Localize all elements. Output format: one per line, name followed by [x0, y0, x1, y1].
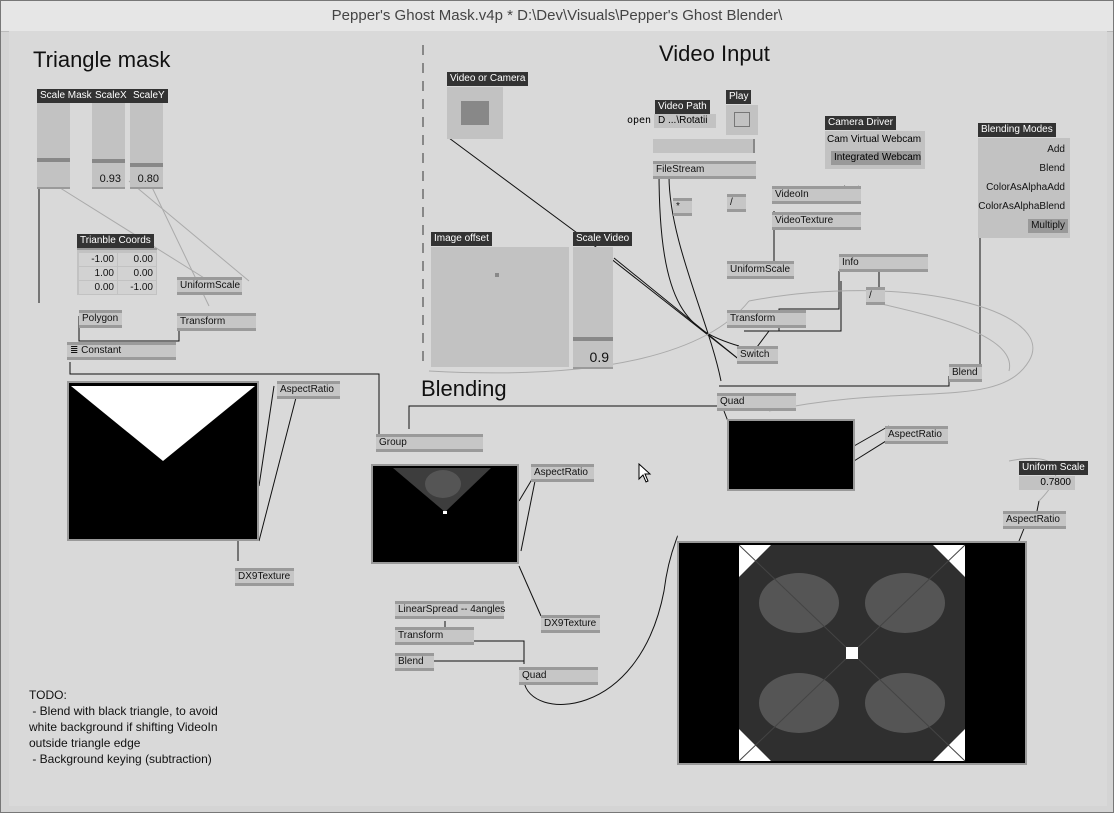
- slider-handle[interactable]: [130, 163, 163, 167]
- coord-cell[interactable]: -1.00: [79, 253, 117, 266]
- video-or-camera-label: Video or Camera: [447, 72, 529, 86]
- aspectratio-video-node[interactable]: AspectRatio: [885, 426, 948, 444]
- video-or-camera-toggle[interactable]: [447, 87, 503, 139]
- mouse-cursor-icon: [638, 463, 652, 483]
- main-window: Pepper's Ghost Mask.v4p * D:\Dev\Visuals…: [0, 0, 1114, 813]
- dx9texture-node[interactable]: DX9Texture: [235, 568, 294, 586]
- slider-handle[interactable]: [573, 337, 613, 341]
- image-offset-label: Image offset: [431, 232, 492, 246]
- constant-node[interactable]: ≣ Constant: [67, 342, 176, 360]
- transform-node[interactable]: Transform: [177, 313, 256, 331]
- aspectratio-mid-node[interactable]: AspectRatio: [531, 464, 594, 482]
- switch-node[interactable]: Switch: [737, 346, 778, 364]
- coord-cell[interactable]: -1.00: [118, 281, 156, 294]
- scale-video-value: 0.9: [589, 349, 609, 365]
- filestream-input-bar[interactable]: [653, 139, 755, 153]
- coord-cell[interactable]: 0.00: [79, 281, 117, 294]
- scale-video-slider[interactable]: 0.9: [573, 247, 613, 369]
- scaley-value: 0.80: [137, 173, 159, 185]
- blending-preview: [393, 468, 491, 514]
- quad-video-node[interactable]: Quad: [717, 393, 796, 411]
- triangle-preview: [71, 386, 255, 461]
- toggle-indicator: [461, 101, 489, 125]
- blending-modes-list[interactable]: Add Blend ColorAsAlphaAdd ColorAsAlphaBl…: [978, 138, 1070, 238]
- mode-option-selected[interactable]: Multiply: [1028, 219, 1068, 233]
- coord-cell[interactable]: 1.00: [79, 267, 117, 280]
- blend-video-node[interactable]: Blend: [949, 364, 982, 382]
- video-renderer[interactable]: [727, 419, 855, 491]
- scalex-label: ScaleX: [92, 89, 130, 103]
- output-preview: [738, 544, 966, 762]
- linearspread-node[interactable]: LinearSpread -- 4angles: [395, 601, 505, 619]
- video-path-label: Video Path: [655, 100, 710, 114]
- scaley-slider[interactable]: 0.80: [130, 103, 163, 189]
- blending-modes-label: Blending Modes: [978, 123, 1056, 137]
- divide-node[interactable]: /: [727, 194, 746, 212]
- coord-cell[interactable]: 0.00: [118, 267, 156, 280]
- dx9texture-mid-node[interactable]: DX9Texture: [541, 615, 600, 633]
- slider-handle[interactable]: [92, 159, 125, 163]
- play-label: Play: [726, 90, 752, 104]
- scalex-slider[interactable]: 0.93: [92, 103, 125, 189]
- blending-renderer[interactable]: [371, 464, 519, 564]
- scale-video-label: Scale Video: [573, 232, 633, 246]
- camera-driver-list[interactable]: Cam Virtual Webcam Integrated Webcam: [825, 131, 925, 169]
- todo-comment: TODO: - Blend with black triangle, to av…: [29, 688, 218, 766]
- divide2-node[interactable]: /: [866, 287, 885, 305]
- camera-option[interactable]: Cam Virtual Webcam: [827, 134, 921, 145]
- transform-video-node[interactable]: Transform: [727, 310, 806, 328]
- scale-mask-slider[interactable]: [37, 103, 70, 189]
- transform-mid-node[interactable]: Transform: [395, 627, 474, 645]
- aspectratio-right-node[interactable]: AspectRatio: [1003, 511, 1066, 529]
- uniformscale-video-node[interactable]: UniformScale: [727, 261, 794, 279]
- blend-mid-node[interactable]: Blend: [395, 653, 434, 671]
- aspectratio-node[interactable]: AspectRatio: [277, 381, 340, 399]
- toggle-indicator: [734, 112, 750, 127]
- xy-pad-handle[interactable]: [495, 273, 499, 277]
- scalex-value: 0.93: [99, 173, 121, 185]
- heading-triangle-mask: Triangle mask: [33, 47, 171, 72]
- polygon-node[interactable]: Polygon: [79, 310, 122, 328]
- camera-option-selected[interactable]: Integrated Webcam: [831, 151, 921, 165]
- open-button[interactable]: open: [627, 115, 651, 126]
- mode-option[interactable]: ColorAsAlphaBlend: [975, 200, 1068, 214]
- filestream-node[interactable]: FileStream: [653, 161, 756, 179]
- multiply-node[interactable]: *: [673, 198, 692, 216]
- quad-mid-node[interactable]: Quad: [519, 667, 598, 685]
- list-icon: ≣: [70, 345, 82, 356]
- heading-video-input: Video Input: [659, 41, 770, 66]
- mode-option[interactable]: Blend: [1036, 162, 1068, 176]
- output-renderer[interactable]: [677, 541, 1027, 765]
- videoin-node[interactable]: VideoIn: [772, 186, 861, 204]
- camera-driver-label: Camera Driver: [825, 116, 897, 130]
- mode-option[interactable]: Add: [1044, 143, 1068, 157]
- constant-label: Constant: [81, 345, 122, 356]
- image-offset-xy-pad[interactable]: [431, 247, 569, 367]
- uniformscale-node[interactable]: UniformScale: [177, 277, 242, 295]
- group-node[interactable]: Group: [376, 434, 483, 452]
- heading-blending: Blending: [421, 376, 507, 401]
- mode-option[interactable]: ColorAsAlphaAdd: [983, 181, 1068, 195]
- window-title: Pepper's Ghost Mask.v4p * D:\Dev\Visuals…: [1, 1, 1113, 32]
- triangle-coords-table[interactable]: -1.00 0.00 1.00 0.00 0.00 -1.00: [77, 248, 157, 295]
- scaley-label: ScaleY: [130, 89, 168, 103]
- uniform-scale-value[interactable]: 0.7800: [1019, 476, 1075, 490]
- info-node[interactable]: Info: [839, 254, 928, 272]
- uniform-scale-label: Uniform Scale: [1019, 461, 1088, 475]
- play-toggle[interactable]: [726, 105, 758, 135]
- scale-mask-label: Scale Mask: [37, 89, 95, 103]
- triangle-coords-label: Trianble Coords: [77, 234, 154, 248]
- video-path-field[interactable]: D ...\Rotatii: [654, 114, 716, 128]
- videotexture-node[interactable]: VideoTexture: [772, 212, 861, 230]
- coord-cell[interactable]: 0.00: [118, 253, 156, 266]
- patch-canvas[interactable]: Triangle mask Video Input Blending Scale…: [9, 31, 1107, 806]
- slider-handle[interactable]: [37, 158, 70, 162]
- mask-renderer[interactable]: [67, 381, 259, 541]
